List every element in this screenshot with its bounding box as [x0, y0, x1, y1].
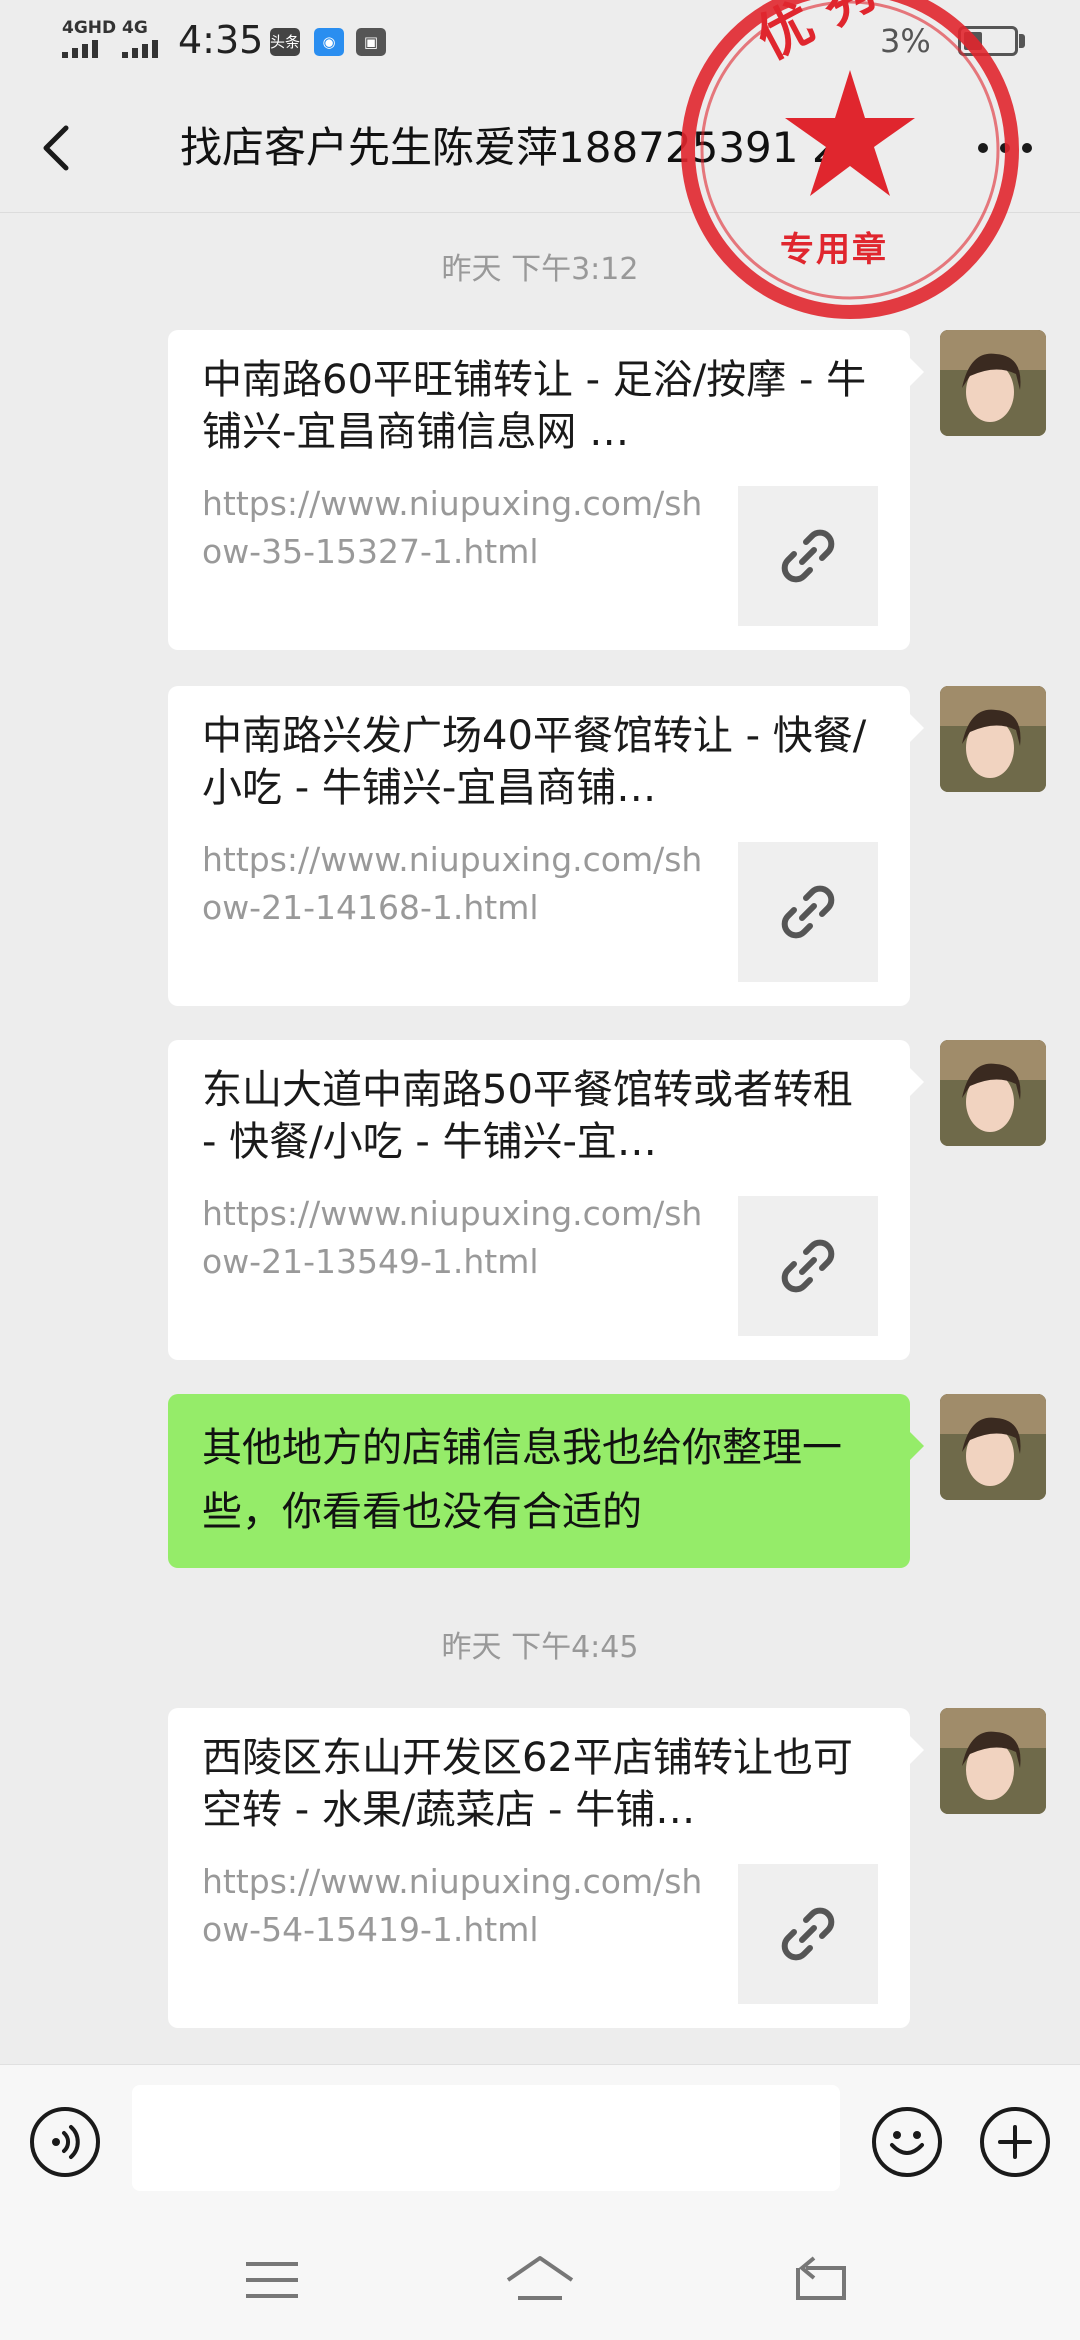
- avatar-image: [940, 330, 1046, 436]
- link-card[interactable]: 东山大道中南路50平餐馆转或者转租 - 快餐/小吃 - 牛铺兴-宜… https…: [168, 1040, 910, 1360]
- link-card-title: 西陵区东山开发区62平店铺转让也可空转 - 水果/蔬菜店 - 牛铺…: [202, 1735, 853, 1833]
- text-message: 其他地方的店铺信息我也给你整理一些，你看看也没有合适的: [202, 1425, 842, 1535]
- more-icon: [978, 143, 1032, 153]
- link-thumbnail: [738, 842, 878, 982]
- signal-bars-icon: [62, 40, 98, 58]
- back-nav-icon: [796, 2256, 846, 2300]
- back-nav-button[interactable]: [780, 2250, 860, 2310]
- home-button[interactable]: [500, 2250, 580, 2310]
- avatar-image: [940, 686, 1046, 792]
- timestamp: 昨天 下午3:12: [441, 252, 639, 287]
- link-card-url: https://www.niupuxing.com/show-54-15419-…: [202, 1862, 703, 1949]
- bubble-tail: [910, 1736, 924, 1764]
- link-icon: [781, 1907, 835, 1961]
- link-icon: [781, 1239, 835, 1293]
- plus-button[interactable]: [980, 2107, 1050, 2177]
- timestamp: 昨天 下午4:45: [441, 1630, 639, 1665]
- link-card[interactable]: 西陵区东山开发区62平店铺转让也可空转 - 水果/蔬菜店 - 牛铺… https…: [168, 1708, 910, 2028]
- link-thumbnail: [738, 1196, 878, 1336]
- link-icon: [781, 885, 835, 939]
- toutiao-badge-icon: 头条: [270, 28, 300, 56]
- app-notification-icon: ◉: [314, 28, 344, 56]
- link-card[interactable]: 中南路兴发广场40平餐馆转让 - 快餐/小吃 - 牛铺兴-宜昌商铺… https…: [168, 686, 910, 1006]
- back-button[interactable]: [26, 116, 90, 180]
- status-time: 4:35: [178, 18, 264, 62]
- bubble-tail: [910, 358, 924, 386]
- input-bar: [0, 2064, 1080, 2221]
- bubble-tail: [910, 714, 924, 742]
- bubble-tail: [910, 1068, 924, 1096]
- avatar[interactable]: [940, 1708, 1046, 1814]
- link-card-url: https://www.niupuxing.com/show-21-14168-…: [202, 840, 703, 927]
- link-icon: [781, 529, 835, 583]
- avatar-image: [940, 1040, 1046, 1146]
- status-bar: 4GHD 4G 4:35 头条 ◉ ▣ 3%: [0, 0, 1080, 86]
- menu-icon: [246, 2262, 298, 2298]
- avatar[interactable]: [940, 1394, 1046, 1500]
- avatar-image: [940, 1394, 1046, 1500]
- signal-4g: 4G: [122, 18, 148, 38]
- voice-button[interactable]: [30, 2107, 100, 2177]
- signal-4ghd: 4GHD: [62, 18, 117, 38]
- battery-percent: 3%: [880, 22, 931, 60]
- battery-tip: [1019, 34, 1025, 48]
- signal-bars-2-icon: [122, 40, 158, 58]
- chat-header: 找店客户先生陈爱萍188725391 2: [0, 86, 1080, 213]
- system-navigation-bar: [0, 2220, 1080, 2340]
- bubble-tail: [910, 1432, 924, 1460]
- avatar[interactable]: [940, 686, 1046, 792]
- battery-icon: [958, 26, 1018, 56]
- chat-title: 找店客户先生陈爱萍188725391 2: [180, 123, 839, 172]
- link-thumbnail: [738, 1864, 878, 2004]
- avatar[interactable]: [940, 330, 1046, 436]
- plus-icon: [998, 2125, 1032, 2159]
- link-card-url: https://www.niupuxing.com/show-21-13549-…: [202, 1194, 703, 1281]
- emoji-button[interactable]: [872, 2107, 942, 2177]
- more-button[interactable]: [970, 118, 1040, 178]
- message-input[interactable]: [132, 2085, 840, 2191]
- link-thumbnail: [738, 486, 878, 626]
- menu-button[interactable]: [232, 2250, 312, 2310]
- home-icon: [506, 2256, 574, 2300]
- link-card-title: 东山大道中南路50平餐馆转或者转租 - 快餐/小吃 - 牛铺兴-宜…: [202, 1067, 853, 1165]
- voice-icon: [52, 2125, 80, 2159]
- back-arrow-icon: [43, 125, 69, 171]
- link-card-url: https://www.niupuxing.com/show-35-15327-…: [202, 484, 703, 571]
- app-notification-2-icon: ▣: [356, 28, 386, 56]
- link-card[interactable]: 中南路60平旺铺转让 - 足浴/按摩 - 牛铺兴-宜昌商铺信息网 … https…: [168, 330, 910, 650]
- avatar[interactable]: [940, 1040, 1046, 1146]
- avatar-image: [940, 1708, 1046, 1814]
- link-card-title: 中南路兴发广场40平餐馆转让 - 快餐/小吃 - 牛铺兴-宜昌商铺…: [202, 713, 867, 811]
- link-card-title: 中南路60平旺铺转让 - 足浴/按摩 - 牛铺兴-宜昌商铺信息网 …: [202, 357, 867, 455]
- emoji-icon: [890, 2131, 924, 2155]
- text-message-bubble[interactable]: 其他地方的店铺信息我也给你整理一些，你看看也没有合适的: [168, 1394, 910, 1568]
